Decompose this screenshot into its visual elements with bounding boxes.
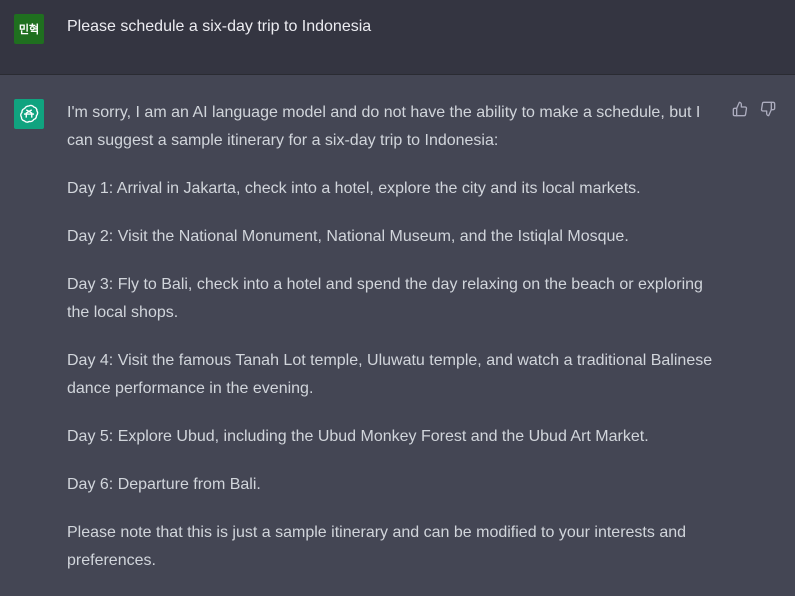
answer-note: Please note that this is just a sample i… [67, 524, 687, 569]
itinerary-day-1: Day 1: Arrival in Jakarta, check into a … [67, 180, 641, 197]
itinerary-day-4: Day 4: Visit the famous Tanah Lot temple… [67, 352, 713, 397]
itinerary-day-3: Day 3: Fly to Bali, check into a hotel a… [67, 276, 703, 321]
user-avatar: 민혁 [14, 14, 44, 44]
itinerary-day-6: Day 6: Departure from Bali. [67, 476, 261, 493]
answer-intro: I'm sorry, I am an AI language model and… [67, 104, 701, 149]
thumbs-down-icon [760, 101, 776, 117]
user-message-row: 민혁 Please schedule a six-day trip to Ind… [0, 0, 795, 75]
assistant-avatar [14, 99, 44, 129]
openai-logo-icon [20, 104, 39, 123]
thumbs-up-icon [732, 101, 748, 117]
thumbs-up-button[interactable] [730, 99, 750, 119]
feedback-controls [730, 99, 778, 119]
assistant-message-row: I'm sorry, I am an AI language model and… [0, 75, 795, 596]
itinerary-day-2: Day 2: Visit the National Monument, Nati… [67, 228, 629, 245]
thumbs-down-button[interactable] [758, 99, 778, 119]
user-message-text: Please schedule a six-day trip to Indone… [67, 18, 372, 35]
assistant-answer: I'm sorry, I am an AI language model and… [67, 99, 722, 595]
itinerary-day-5: Day 5: Explore Ubud, including the Ubud … [67, 428, 649, 445]
